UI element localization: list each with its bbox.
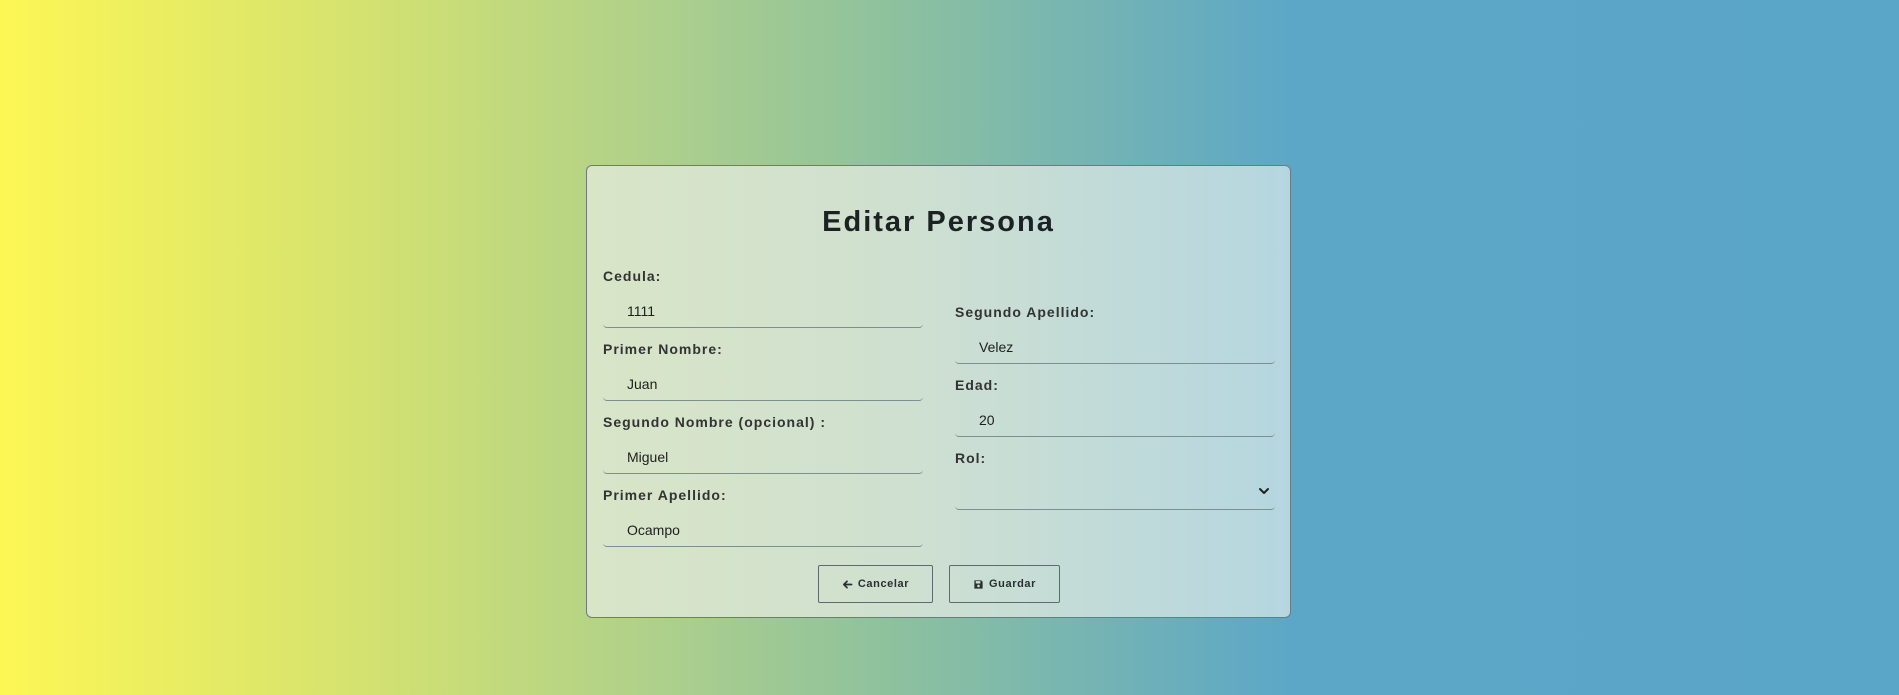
segundo-apellido-label: Segundo Apellido:	[955, 304, 1096, 320]
edit-person-card: Editar Persona Cedula: Primer Nombre: Se…	[586, 165, 1291, 618]
arrow-left-icon	[842, 579, 853, 589]
save-button-label: Guardar	[989, 578, 1036, 590]
segundo-nombre-label: Segundo Nombre (opcional) :	[603, 414, 826, 430]
edad-label: Edad:	[955, 377, 999, 393]
edad-input[interactable]	[955, 403, 1275, 437]
segundo-apellido-input[interactable]	[955, 330, 1275, 364]
segundo-apellido-group: Segundo Apellido:	[955, 302, 1275, 364]
rol-group: Rol:	[955, 448, 1275, 510]
segundo-nombre-group: Segundo Nombre (opcional) :	[603, 412, 923, 474]
primer-nombre-group: Primer Nombre:	[603, 339, 923, 401]
rol-label: Rol:	[955, 450, 987, 466]
chevron-down-icon	[1259, 488, 1269, 494]
edad-group: Edad:	[955, 375, 1275, 437]
primer-apellido-group: Primer Apellido:	[603, 485, 923, 547]
rol-select[interactable]	[955, 476, 1275, 510]
cancel-button-label: Cancelar	[857, 578, 910, 590]
primer-nombre-label: Primer Nombre:	[603, 341, 723, 357]
primer-apellido-label: Primer Apellido:	[603, 487, 727, 503]
segundo-nombre-input[interactable]	[603, 440, 923, 474]
save-button[interactable]: Guardar	[949, 565, 1060, 603]
primer-apellido-input[interactable]	[603, 513, 923, 547]
page-title: Editar Persona	[822, 206, 1055, 238]
cedula-label: Cedula:	[603, 268, 662, 284]
cedula-group: Cedula:	[603, 266, 923, 328]
primer-nombre-input[interactable]	[603, 367, 923, 401]
cancel-button[interactable]: Cancelar	[818, 565, 933, 603]
floppy-disk-icon	[974, 579, 983, 589]
cedula-input[interactable]	[603, 294, 923, 328]
